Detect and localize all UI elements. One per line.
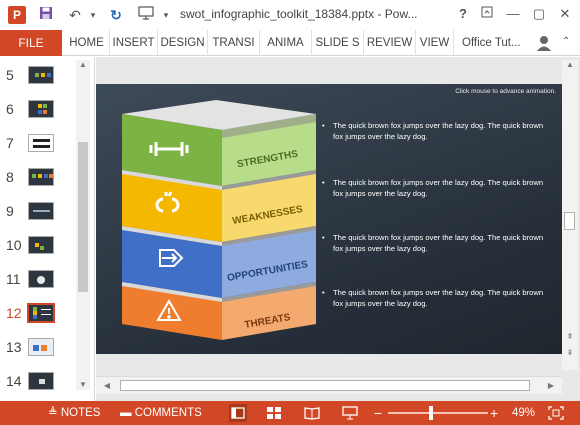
user-account[interactable]: Office Tut... [462,30,521,56]
slide-thumbnail-image [28,202,54,220]
window-title: swot_infographic_toolkit_18384.pptx - Po… [180,7,418,21]
scrollbar-thumb[interactable] [120,380,530,391]
bullet-text: The quick brown fox jumps over the lazy … [333,233,544,253]
tab-review[interactable]: REVIEW [364,30,416,56]
bullet-threats: • The quick brown fox jumps over the laz… [322,287,552,309]
bullet-text: The quick brown fox jumps over the lazy … [333,178,544,198]
bullet-text: The quick brown fox jumps over the lazy … [333,121,544,141]
comments-label: COMMENTS [134,407,202,419]
slide-number: 7 [6,135,14,151]
notes-button[interactable]: ≜ NOTES [48,401,100,425]
scroll-left-icon[interactable]: ◀ [100,381,114,391]
tab-home[interactable]: HOME [64,30,110,56]
normal-view-icon[interactable] [229,404,247,422]
close-icon[interactable]: ✕ [554,4,576,24]
notes-icon: ≜ [48,407,61,419]
bullet-opportunities: • The quick brown fox jumps over the laz… [322,232,552,254]
title-bar: P ↶ ▾ ↻ ▾ swot_infographic_toolkit_18384… [0,0,580,30]
zoom-level[interactable]: 49% [512,401,535,425]
editor-horizontal-scrollbar[interactable]: ◀ ▶ [96,376,562,394]
slide-thumbnail-image [28,338,54,356]
comment-icon: ▬ [120,407,135,419]
bullet-text: The quick brown fox jumps over the lazy … [333,288,544,308]
save-icon[interactable] [36,5,56,25]
redo-icon[interactable]: ↻ [106,5,126,25]
undo-dropdown-icon[interactable]: ▾ [87,5,99,25]
bullet-dot: • [322,121,325,130]
thumbnails-scrollbar[interactable]: ▲ ▼ [76,60,90,390]
editor-vertical-scrollbar[interactable]: ▲ ⇞ ⇟ [562,60,578,370]
tab-file[interactable]: FILE [0,30,62,56]
status-bar: ≜ NOTES ▬ COMMENTS − + 49% [0,401,580,425]
reading-view-icon[interactable] [304,406,320,420]
bullet-dot: • [322,288,325,297]
undo-icon[interactable]: ↶ [64,5,86,25]
bullet-weaknesses: • The quick brown fox jumps over the laz… [322,177,552,199]
scroll-right-icon[interactable]: ▶ [544,381,558,391]
maximize-icon[interactable]: ▢ [528,4,550,24]
slide-thumbnail-image [28,236,54,254]
bullet-strengths: • The quick brown fox jumps over the laz… [322,120,552,142]
comments-button[interactable]: ▬ COMMENTS [120,401,202,425]
slide-number: 13 [6,339,22,355]
tab-transitions[interactable]: TRANSI [208,30,260,56]
scroll-down-icon[interactable]: ▼ [76,380,90,390]
slide-number: 12 [6,305,22,321]
slide-number: 6 [6,101,14,117]
slideshow-icon[interactable] [342,406,358,420]
slide-number: 10 [6,237,22,253]
slide-thumbnail-image [28,168,54,186]
slide-thumbnail-image [27,303,55,323]
zoom-in-button[interactable]: + [490,401,498,425]
help-icon[interactable]: ? [452,4,474,24]
zoom-slider-handle[interactable] [429,406,434,420]
slide-number: 14 [6,373,22,389]
ribbon-tabs: FILE HOME INSERT DESIGN TRANSI ANIMA SLI… [0,30,580,56]
slide-thumbnail-image [28,134,54,152]
scroll-up-icon[interactable]: ▲ [76,60,90,70]
slide-thumbnail-image [28,66,54,84]
customize-qat-icon[interactable]: ▾ [160,5,172,25]
slide-thumbnail-image [28,372,54,390]
scroll-up-icon[interactable]: ▲ [563,60,577,70]
bullet-dot: • [322,233,325,242]
tab-slideshow[interactable]: SLIDE S [312,30,364,56]
slide-thumbnail-image [28,100,54,118]
powerpoint-logo-icon: P [8,6,26,24]
slide-thumbnail-image [28,270,54,288]
slide-number: 5 [6,67,14,83]
minimize-icon[interactable]: — [502,4,524,24]
slide-sorter-icon[interactable] [266,406,282,420]
next-slide-icon[interactable]: ⇟ [563,348,577,358]
previous-slide-icon[interactable]: ⇞ [563,332,577,342]
user-name: Office Tut... [462,37,521,49]
slide-number: 11 [6,271,21,287]
fit-to-window-icon[interactable] [548,406,564,420]
scrollbar-thumb[interactable] [564,212,575,230]
bullet-dot: • [322,178,325,187]
slide-number: 9 [6,203,14,219]
collapse-ribbon-icon[interactable]: ⌃ [562,36,570,47]
scrollbar-thumb[interactable] [78,142,88,292]
user-avatar[interactable] [536,34,552,52]
present-icon[interactable] [136,5,156,25]
zoom-slider[interactable] [388,412,488,414]
slide-canvas[interactable]: Click mouse to advance animation. STRENG… [96,84,562,354]
tab-view[interactable]: VIEW [416,30,454,56]
tab-design[interactable]: DESIGN [158,30,208,56]
tab-insert[interactable]: INSERT [110,30,158,56]
tab-animations[interactable]: ANIMA [260,30,312,56]
notes-label: NOTES [60,407,101,419]
ribbon-display-icon[interactable] [476,4,498,24]
slide-number: 8 [6,169,14,185]
zoom-out-button[interactable]: − [374,401,382,425]
